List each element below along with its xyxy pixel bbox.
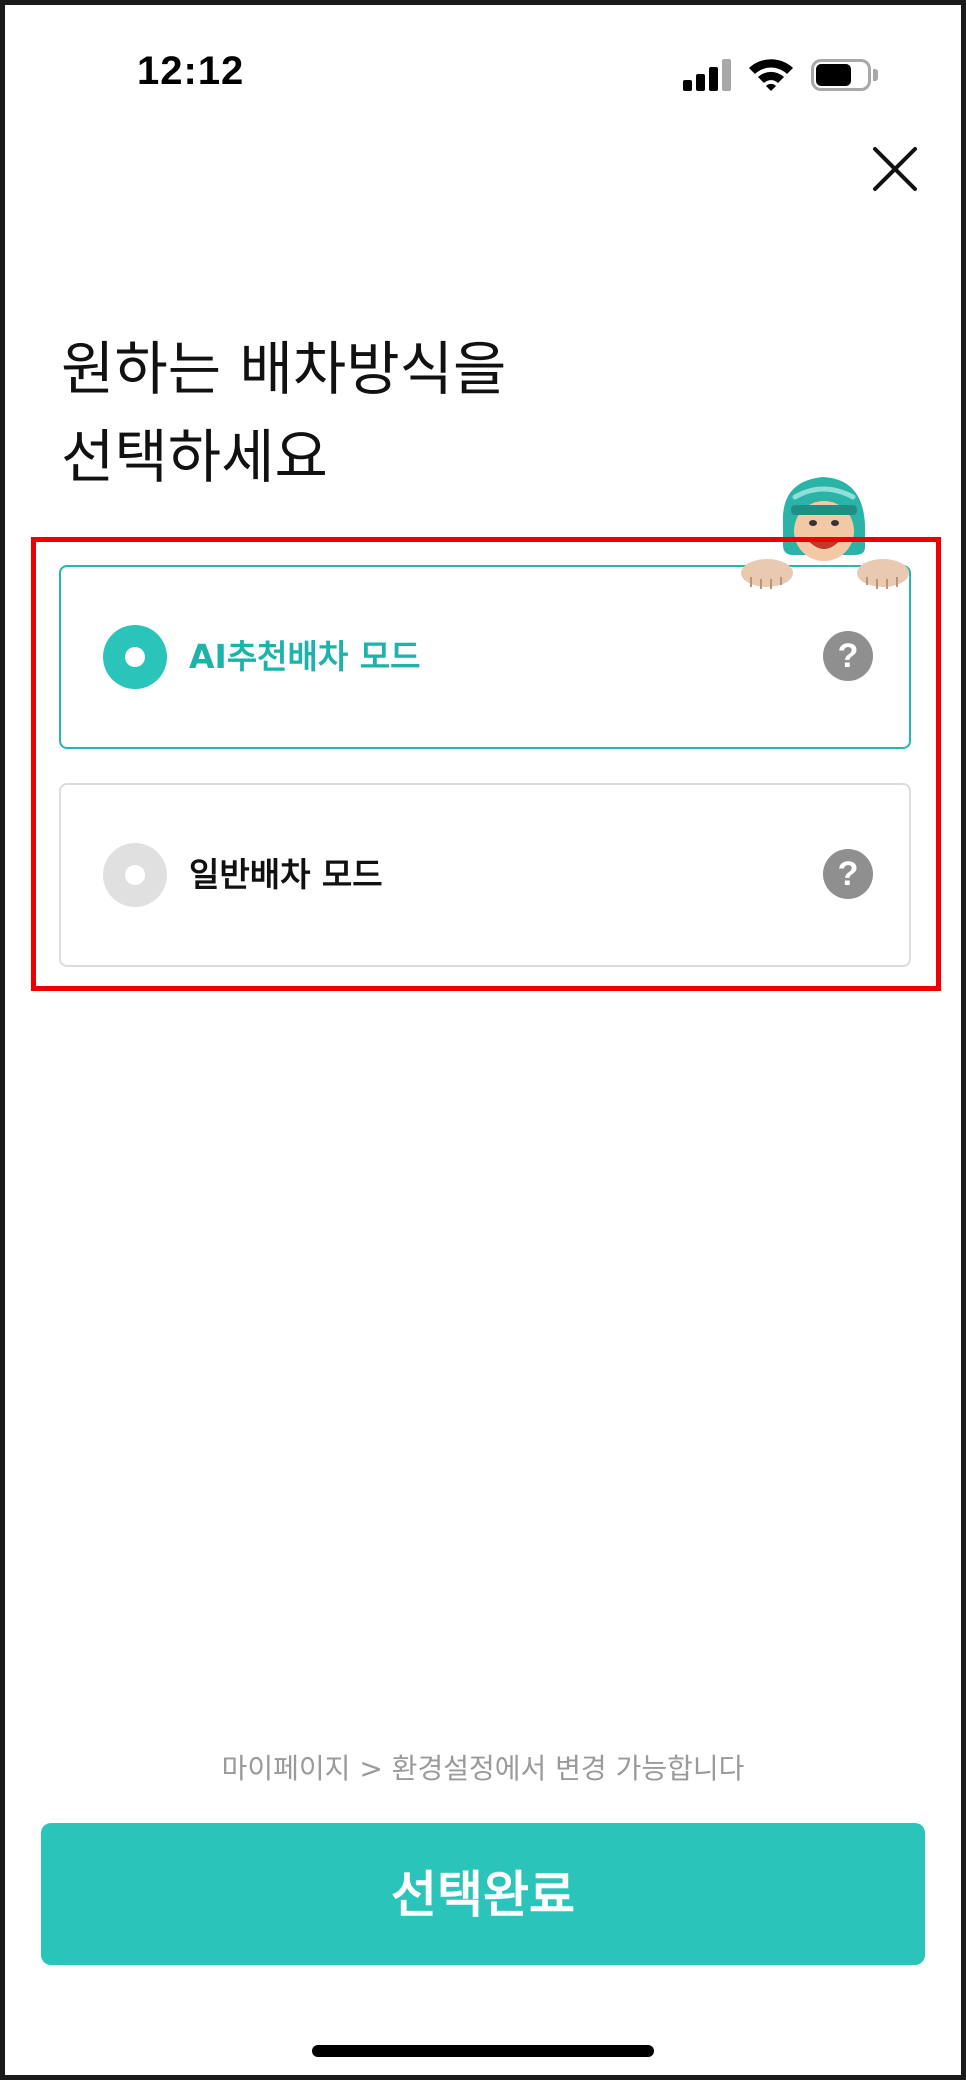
- close-icon[interactable]: [867, 141, 923, 197]
- cellular-signal-icon: [683, 59, 733, 91]
- app-screen: 12:12 원하는 배차방식을 선택하세요 AI추천배차 모드 ? 일반배차 모: [5, 5, 961, 2075]
- page-title: 원하는 배차방식을 선택하세요: [61, 335, 507, 491]
- status-bar-time: 12:12: [137, 49, 245, 93]
- home-indicator[interactable]: [312, 2045, 654, 2057]
- settings-hint-text: 마이페이지 > 환경설정에서 변경 가능합니다: [221, 1752, 745, 1785]
- wifi-icon: [749, 59, 793, 91]
- confirm-selection-button[interactable]: 선택완료: [41, 1823, 925, 1965]
- battery-icon: [811, 59, 879, 91]
- annotation-highlight-box: [31, 537, 941, 991]
